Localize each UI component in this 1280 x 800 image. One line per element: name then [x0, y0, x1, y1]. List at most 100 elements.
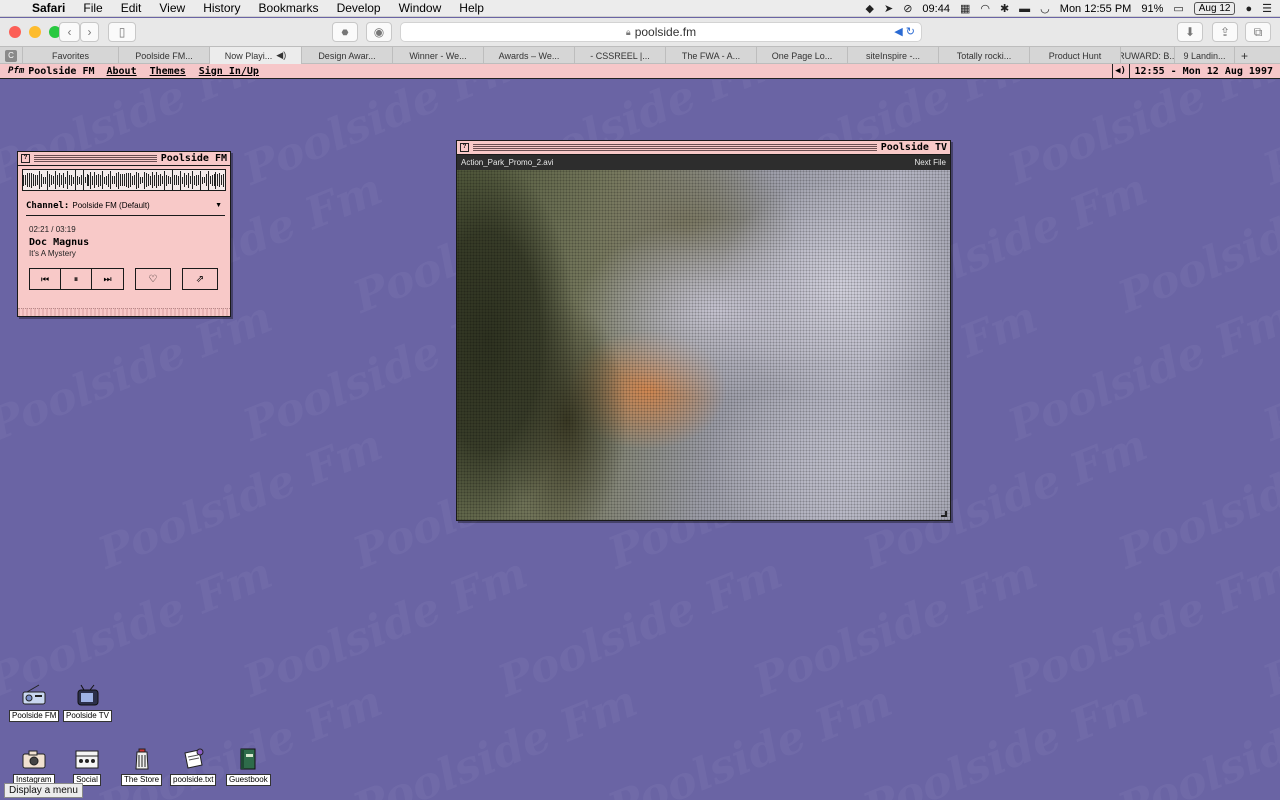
share-track-button[interactable]: ⇗ [182, 268, 218, 290]
location-icon[interactable]: ➤ [884, 2, 893, 15]
nav-about[interactable]: About [107, 66, 137, 77]
waveform-bar [159, 174, 161, 186]
wifi-icon[interactable]: ◡ [1040, 2, 1050, 15]
bluetooth-icon[interactable]: ✱ [1000, 2, 1009, 15]
speaker-icon[interactable]: ◀︎) [276, 50, 286, 61]
desktop-icon-instagram[interactable]: Instagram [13, 746, 55, 786]
notification-center-icon[interactable]: ☰ [1262, 2, 1272, 15]
siri-icon[interactable]: ● [1245, 3, 1252, 15]
address-bar[interactable]: 🔒︎ poolside.fm ◀︎ ↻ [400, 22, 922, 42]
menu-edit[interactable]: Edit [112, 1, 151, 15]
site-clock: 12:55 - Mon 12 Aug 1997 [1134, 65, 1273, 77]
waveform-bar [177, 175, 179, 185]
share-icon[interactable]: ⇪ [1212, 22, 1238, 42]
waveform-bar [88, 174, 90, 186]
desktop-icon-label: Poolside FM [9, 710, 60, 722]
site-menu-bar: Pfm Poolside FM About Themes Sign In/Up … [0, 64, 1280, 79]
desktop-icon-store[interactable]: The Store [121, 746, 163, 786]
text-file-icon [179, 746, 207, 772]
pause-button[interactable]: ⏸︎ [61, 269, 92, 289]
menu-history[interactable]: History [194, 1, 249, 15]
desktop-icon-poolside-txt[interactable]: poolside.txt [170, 746, 217, 786]
waveform-bar [100, 174, 102, 186]
radio-window-title: Poolside FM [160, 153, 227, 164]
favorite-heart-button[interactable]: ♡ [135, 268, 171, 290]
tab-fwa[interactable]: The FWA - A... [666, 47, 757, 64]
tab-ruward[interactable]: RUWARD: B... [1121, 47, 1175, 64]
menu-file[interactable]: File [74, 1, 111, 15]
waveform-bar [58, 173, 60, 187]
nav-sign-in[interactable]: Sign In/Up [199, 66, 259, 77]
next-track-button[interactable]: ⏭︎ [92, 269, 123, 289]
system-clock[interactable]: Mon 12:55 PM [1060, 3, 1132, 15]
desktop-icon-poolside-tv[interactable]: Poolside TV [63, 682, 112, 722]
track-time: 02:21 / 03:19 [29, 225, 76, 234]
radio-titlebar[interactable]: ? Poolside FM [18, 152, 230, 166]
desktop-icon-label: Poolside TV [63, 710, 112, 722]
waveform-bar [42, 176, 44, 184]
tab-siteinspire[interactable]: siteInspire -... [848, 47, 939, 64]
waveform-bar [150, 175, 151, 185]
tab-favorites[interactable]: Favorites [23, 47, 119, 64]
volume-icon[interactable]: ◀︎) [1111, 64, 1130, 78]
downloads-icon[interactable]: ⬇︎ [1177, 22, 1203, 42]
radio-close-icon[interactable]: ? [21, 154, 30, 163]
previous-track-button[interactable]: ⏮︎ [30, 269, 61, 289]
tab-landing[interactable]: 9 Landin... [1175, 47, 1235, 64]
paperclip-icon[interactable]: ⊘ [903, 2, 912, 15]
tab-now-playing[interactable]: Now Playi... ◀︎) [210, 47, 302, 64]
forward-button[interactable]: › [80, 22, 99, 42]
desktop-icon-guestbook[interactable]: Guestbook [226, 746, 271, 786]
tab-cssreel[interactable]: - CSSREEL |... [575, 47, 666, 64]
waveform-bar [161, 176, 163, 184]
menu-help[interactable]: Help [450, 1, 493, 15]
tab-product-hunt[interactable]: Product Hunt [1030, 47, 1121, 64]
grammarly-icon[interactable]: ◉ [366, 22, 392, 42]
airdrop-icon[interactable]: ◠ [980, 2, 990, 15]
close-window-button[interactable] [9, 26, 21, 38]
tab-awards[interactable]: Awards – We... [484, 47, 575, 64]
audio-reload-icons[interactable]: ◀︎ ↻ [894, 25, 915, 38]
battery-icon[interactable]: ▭ [1173, 2, 1183, 15]
new-tab-button[interactable]: + [1235, 47, 1254, 64]
tv-close-icon[interactable]: ? [460, 143, 469, 152]
menu-bookmarks[interactable]: Bookmarks [250, 1, 328, 15]
waveform-bar [116, 173, 118, 187]
tab-totally-rocking[interactable]: Totally rocki... [939, 47, 1030, 64]
waveform-bar [163, 170, 165, 190]
nav-themes[interactable]: Themes [150, 66, 186, 77]
menu-view[interactable]: View [150, 1, 194, 15]
battery-text[interactable]: 91% [1141, 3, 1163, 15]
dropbox-icon[interactable]: ◆ [866, 2, 874, 15]
flag-icon[interactable]: ▬ [1019, 3, 1030, 15]
next-file-button[interactable]: Next File [914, 158, 946, 167]
site-brand[interactable]: Pfm Poolside FM [8, 66, 95, 77]
calendar-icon[interactable]: ▦ [960, 2, 970, 15]
menu-app-safari[interactable]: Safari [28, 1, 74, 15]
sidebar-button[interactable]: ▯ [108, 22, 136, 42]
tab-one-page[interactable]: One Page Lo... [757, 47, 848, 64]
date-pill[interactable]: Aug 12 [1193, 2, 1236, 15]
waveform-bar [104, 176, 106, 184]
menu-develop[interactable]: Develop [328, 1, 390, 15]
back-button[interactable]: ‹ [59, 22, 80, 42]
tv-titlebar[interactable]: ? Poolside TV [457, 141, 950, 155]
browser-toolbar: ‹ › ▯ ⬣ ◉ 🔒︎ poolside.fm ◀︎ ↻ ⬇︎ ⇪ ⧉ [0, 18, 1280, 46]
timer-text[interactable]: 09:44 [922, 3, 950, 15]
waveform-bar [183, 173, 185, 187]
tab-poolside[interactable]: Poolside FM... [119, 47, 210, 64]
minimize-window-button[interactable] [29, 26, 41, 38]
desktop-icon-poolside-fm[interactable]: Poolside FM [9, 682, 60, 722]
channel-select[interactable]: Channel: Poolside FM (Default) ▼ [26, 196, 225, 216]
waveform-bar [197, 175, 199, 185]
waveform-bar [219, 173, 221, 187]
resize-handle-icon[interactable] [941, 511, 947, 517]
desktop-icon-social[interactable]: Social [73, 746, 101, 786]
tab-design-awards[interactable]: Design Awar... [302, 47, 393, 64]
pinned-tab[interactable]: C [0, 47, 23, 64]
tab-overview-icon[interactable]: ⧉ [1245, 22, 1271, 42]
menu-window[interactable]: Window [390, 1, 451, 15]
tab-winner[interactable]: Winner - We... [393, 47, 484, 64]
adblock-icon[interactable]: ⬣ [332, 22, 358, 42]
video-player[interactable] [457, 170, 950, 520]
